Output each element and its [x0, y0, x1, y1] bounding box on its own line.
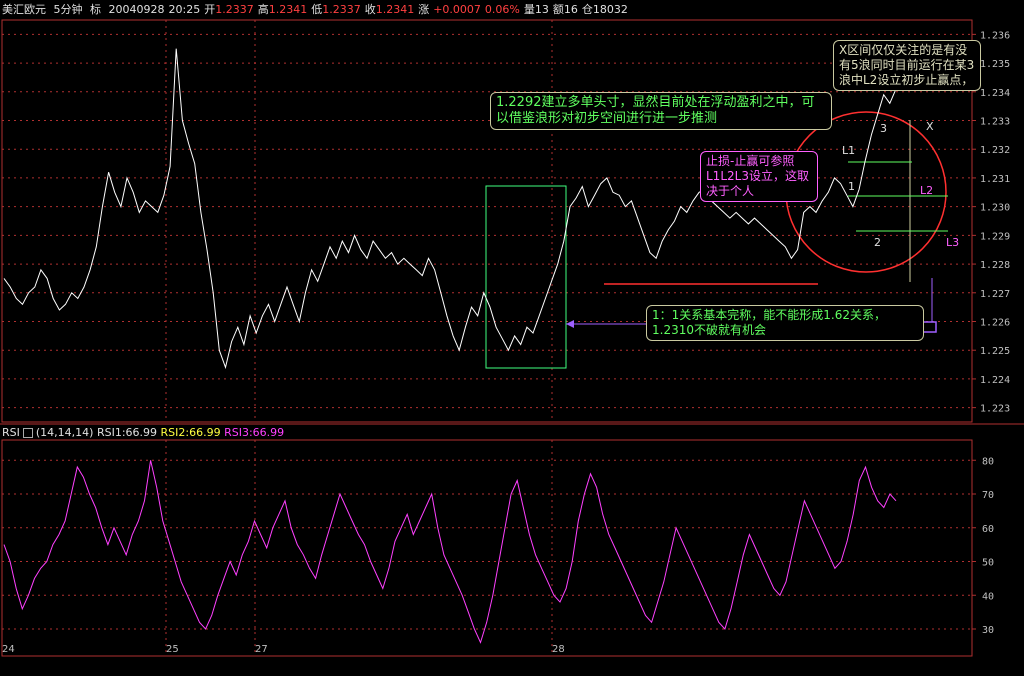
- rsi-tick-label: 80: [982, 456, 994, 467]
- rsi-axis: 80 70 60 50 40 30: [982, 456, 994, 636]
- wave-label: X: [926, 120, 934, 133]
- price-tick-label: 1.230: [980, 203, 1010, 214]
- level-label: L1: [842, 144, 855, 157]
- wave-label: 1: [848, 180, 855, 193]
- price-tick-label: 1.232: [980, 145, 1010, 156]
- price-tick-label: 1.227: [980, 289, 1010, 300]
- x-tick-label: 24: [2, 644, 15, 655]
- rsi-tick-label: 40: [982, 591, 994, 602]
- x-axis: 24 25 27 28: [2, 644, 565, 655]
- price-panel-frame: [1, 19, 973, 423]
- price-axis: 1.236 1.235 1.234 1.233 1.232 1.231 1.230 1.229…: [980, 30, 1010, 414]
- rsi-tick-label: 60: [982, 524, 994, 535]
- price-tick-label: 1.229: [980, 231, 1010, 242]
- price-tick-label: 1.235: [980, 59, 1010, 70]
- x-tick-label: 27: [255, 644, 268, 655]
- x-tick-label: 25: [166, 644, 179, 655]
- price-tick-label: 1.226: [980, 318, 1010, 329]
- price-tick-label: 1.224: [980, 375, 1010, 386]
- price-tick-label: 1.223: [980, 404, 1010, 415]
- price-tick-label: 1.228: [980, 260, 1010, 271]
- wave-label: 3: [880, 122, 887, 135]
- x-tick-label: 28: [552, 644, 565, 655]
- consolidation-box: [485, 185, 567, 369]
- note-x-zone: X区间仅仅关注的是有没有5浪同时目前运行在某3浪中L2设立初步止赢点，: [833, 40, 981, 91]
- level-label: L2: [920, 184, 933, 197]
- price-tick-label: 1.231: [980, 174, 1010, 185]
- level-label: L3: [946, 236, 959, 249]
- note-stop: 止损-止赢可参照L1L2L3设立，这取决于个人: [700, 151, 818, 202]
- price-tick-label: 1.236: [980, 30, 1010, 41]
- rsi-line: [3, 460, 897, 644]
- note-entry: 1.2292建立多单头寸，显然目前处在浮动盈利之中，可以借鉴浪形对初步空间进行进…: [490, 92, 832, 130]
- price-tick-label: 1.234: [980, 88, 1010, 99]
- price-tick-label: 1.225: [980, 346, 1010, 357]
- rsi-tick-label: 50: [982, 558, 994, 569]
- rsi-tick-label: 30: [982, 625, 994, 636]
- chart-marks: [3, 48, 897, 644]
- rsi-tick-label: 70: [982, 490, 994, 501]
- note-ratio: 1：1关系基本完称，能不能形成1.62关系，1.2310不破就有机会: [646, 305, 924, 341]
- wave-label: 2: [874, 236, 881, 249]
- price-tick-label: 1.233: [980, 117, 1010, 128]
- rsi-panel-frame: [1, 439, 973, 657]
